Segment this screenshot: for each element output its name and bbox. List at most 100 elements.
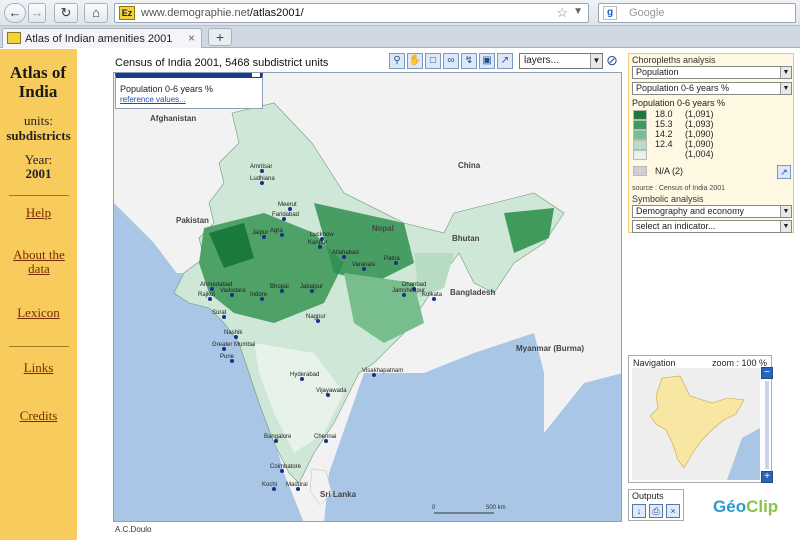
india-map: Afghanistan Pakistan China Nepal Bhutan …	[114, 73, 621, 521]
full-extent-icon[interactable]: □	[425, 53, 441, 69]
legend-swatch	[633, 130, 647, 140]
symbolic-select-value: Demography and economy	[636, 206, 745, 216]
tab-title: Atlas of Indian amenities 2001	[25, 33, 173, 45]
theme-select[interactable]: Population ▼	[632, 66, 792, 79]
image-icon[interactable]: ▣	[479, 53, 495, 69]
legend-count: (1,090)	[685, 139, 714, 149]
legend-value: 15.3	[655, 119, 673, 129]
author-credit: A.C.Doulo	[115, 525, 152, 534]
country-label: Pakistan	[176, 216, 209, 225]
city-label: Coimbatore	[270, 464, 302, 470]
url-text: www.demographie.net/atlas2001/	[141, 7, 304, 19]
zoom-in-button[interactable]: +	[761, 471, 773, 483]
back-icon[interactable]: ←	[4, 3, 26, 23]
new-tab-button[interactable]: +	[208, 28, 232, 46]
export-icon[interactable]: ↗	[777, 165, 791, 179]
geoclip-logo: GéoClip	[713, 497, 778, 517]
binoculars-icon[interactable]: ∞	[443, 53, 459, 69]
divider	[8, 195, 69, 196]
city-label: Patna	[384, 256, 400, 262]
symbolic-indicator-select[interactable]: select an indicator... ▼	[632, 220, 792, 233]
outputs-panel: Outputs ↓ ⎙ ×	[628, 489, 684, 521]
chevron-down-icon: ▼	[780, 67, 791, 78]
divider	[8, 346, 69, 347]
no-layer-icon[interactable]: ⊘	[605, 53, 619, 69]
city-label: Amritsar	[250, 164, 272, 170]
city-label: Faridabad	[272, 212, 299, 218]
city-label: Hyderabad	[290, 372, 319, 378]
country-label: Nepal	[372, 224, 394, 233]
country-label: China	[458, 161, 481, 170]
city-label: Vijayawada	[316, 388, 347, 394]
download-icon[interactable]: ↓	[632, 504, 646, 518]
overview-map[interactable]	[632, 368, 760, 480]
bookmark-star-icon[interactable]: ☆	[556, 5, 568, 21]
city-label: Agra	[270, 228, 283, 234]
minimize-icon[interactable]	[252, 73, 260, 77]
legend-swatch	[633, 120, 647, 130]
links-link[interactable]: Links	[0, 361, 77, 375]
main-content: Census of India 2001, 5468 subdistrict u…	[77, 49, 800, 540]
help-link[interactable]: Help	[0, 206, 77, 220]
country-label: Sri Lanka	[320, 490, 357, 499]
brand-eo: éo	[726, 497, 747, 516]
symbolic-title: Symbolic analysis	[632, 194, 704, 204]
search-box[interactable]: g Google	[598, 3, 796, 23]
zoom-track[interactable]	[765, 381, 769, 469]
home-icon[interactable]: ⌂	[84, 3, 108, 23]
theme-select-value: Population	[636, 67, 679, 77]
sidebar: Atlas of India units: subdistricts Year:…	[0, 49, 77, 540]
lexicon-link[interactable]: Lexicon	[0, 306, 77, 320]
excel-icon[interactable]: ×	[666, 504, 680, 518]
indicator-select[interactable]: Population 0-6 years % ▼	[632, 82, 792, 95]
print-icon[interactable]: ⎙	[649, 504, 663, 518]
city-label: Rajkot	[198, 292, 215, 298]
city-label: Ludhiana	[250, 176, 275, 182]
legend-value: 12.4	[655, 139, 673, 149]
chevron-down-icon: ▼	[780, 221, 791, 232]
tab-bar: Atlas of Indian amenities 2001 × +	[0, 26, 800, 48]
forward-icon[interactable]: →	[28, 3, 46, 23]
city-label: Jamshedpur	[392, 288, 425, 294]
scale-end: 500 km	[486, 505, 506, 511]
reload-icon[interactable]: ↻	[54, 3, 78, 23]
google-icon: g	[603, 6, 617, 20]
legend-na-label: N/A (2)	[655, 166, 684, 176]
lightning-icon[interactable]: ↯	[461, 53, 477, 69]
city-label: Bangalore	[264, 434, 292, 440]
city-label: Indore	[250, 292, 268, 298]
legend-title: Population 0-6 years %	[632, 98, 726, 108]
close-tab-icon[interactable]: ×	[188, 31, 195, 45]
url-host: www.demographie.net	[141, 7, 250, 19]
legend-value: 18.0	[655, 109, 673, 119]
reference-values-link[interactable]: reference values...	[120, 95, 186, 104]
legend-value: 14.2	[655, 129, 673, 139]
chevron-down-icon[interactable]: ▼	[573, 6, 583, 17]
outputs-title: Outputs	[632, 491, 664, 501]
indicator-popup: Population 0-6 years % reference values.…	[115, 73, 263, 109]
city-label: Pune	[220, 354, 235, 360]
overview-svg	[632, 368, 760, 480]
zoom-out-button[interactable]: −	[761, 367, 773, 379]
city-label: Varanasi	[352, 262, 375, 268]
map-canvas[interactable]: Afghanistan Pakistan China Nepal Bhutan …	[113, 72, 622, 522]
city-label: Meerut	[278, 202, 297, 208]
city-label: Bhopal	[270, 284, 289, 290]
measure-icon[interactable]: ↗	[497, 53, 513, 69]
pan-hand-icon[interactable]: ✋	[407, 53, 423, 69]
city-label: Jaipur	[252, 230, 268, 236]
symbolic-select[interactable]: Demography and economy ▼	[632, 205, 792, 218]
popup-title: Population 0-6 years %	[120, 84, 214, 94]
browser-toolbar: ← → ↻ ⌂ Ez www.demographie.net/atlas2001…	[0, 0, 800, 26]
layers-select[interactable]: layers... ▼	[519, 53, 603, 69]
about-data-link[interactable]: About the data	[8, 248, 70, 276]
tab-atlas[interactable]: Atlas of Indian amenities 2001 ×	[2, 28, 202, 48]
credits-link[interactable]: Credits	[0, 409, 77, 423]
city-label: Nashik	[224, 330, 243, 336]
city-label: Madurai	[286, 482, 308, 488]
zoom-icon[interactable]: ⚲	[389, 53, 405, 69]
site-favicon: Ez	[119, 6, 135, 20]
zoom-slider[interactable]: − +	[761, 367, 773, 485]
chevron-down-icon: ▼	[590, 54, 602, 68]
address-bar[interactable]: Ez www.demographie.net/atlas2001/ ☆ ▼	[114, 3, 589, 23]
